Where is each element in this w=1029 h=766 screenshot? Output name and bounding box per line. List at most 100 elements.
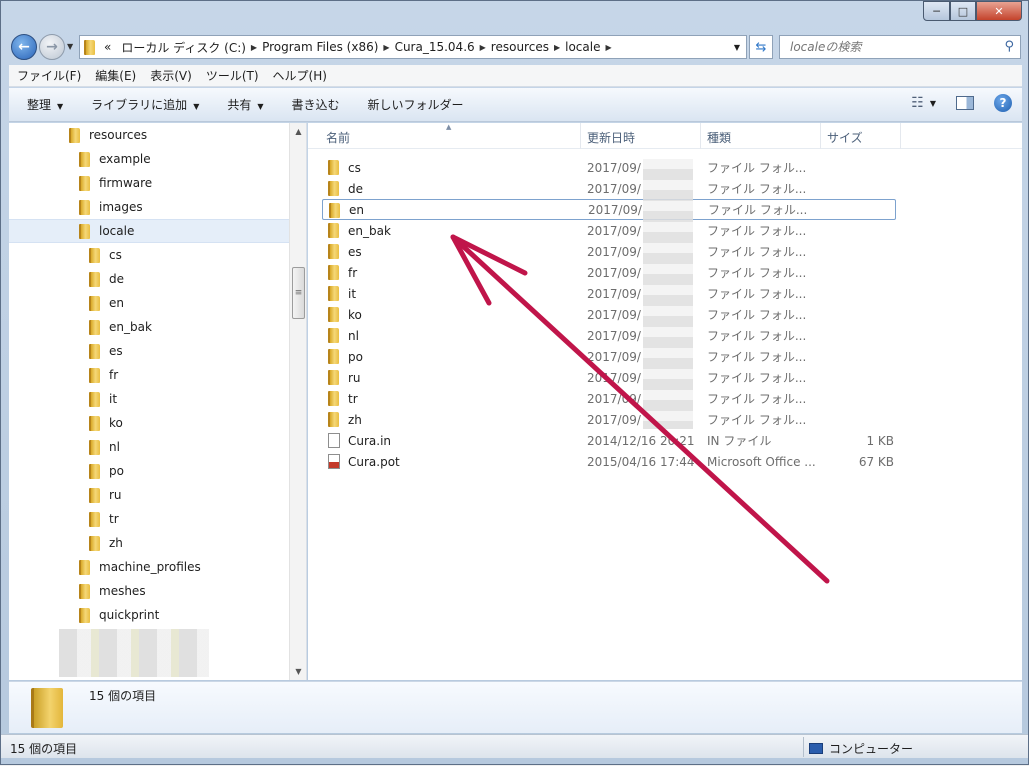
nav-item-machine-profiles[interactable]: machine_profiles: [9, 555, 289, 579]
column-date[interactable]: 更新日時: [587, 129, 635, 146]
nav-item-label: machine_profiles: [99, 560, 201, 574]
nav-item-resources[interactable]: resources: [9, 123, 289, 147]
address-segment-drive[interactable]: ローカル ディスク (C:): [121, 39, 246, 56]
menu-view[interactable]: 表示(V): [150, 67, 192, 84]
nav-item-ru[interactable]: ru: [9, 483, 289, 507]
nav-item-label: locale: [99, 224, 135, 238]
nav-item-en-bak[interactable]: en_bak: [9, 315, 289, 339]
address-segment-program-files[interactable]: Program Files (x86): [262, 40, 378, 54]
chevron-right-icon[interactable]: ▶: [480, 43, 486, 52]
nav-item-tr[interactable]: tr: [9, 507, 289, 531]
column-type[interactable]: 種類: [707, 129, 731, 146]
address-segment-locale[interactable]: locale: [565, 40, 600, 54]
nav-item-label: firmware: [99, 176, 153, 190]
nav-item-meshes[interactable]: meshes: [9, 579, 289, 603]
refresh-button[interactable]: ⇆: [749, 35, 773, 59]
file-type: ファイル フォル...: [708, 203, 808, 217]
maximize-button[interactable]: □: [950, 1, 976, 21]
menu-tools[interactable]: ツール(T): [206, 67, 259, 84]
chevron-right-icon[interactable]: ▶: [251, 43, 257, 52]
search-icon[interactable]: ⚲: [1004, 39, 1014, 54]
file-type: ファイル フォル...: [707, 308, 807, 322]
nav-item-firmware[interactable]: firmware: [9, 171, 289, 195]
help-icon[interactable]: ?: [994, 94, 1012, 112]
nav-item-example[interactable]: example: [9, 147, 289, 171]
nav-item-label: cs: [109, 248, 122, 262]
file-row-nl[interactable]: nl 2017/09/ファイル フォル...: [322, 325, 898, 346]
menu-file[interactable]: ファイル(F): [17, 67, 81, 84]
file-row-zh[interactable]: zh 2017/09/ファイル フォル...: [322, 409, 898, 430]
file-row-fr[interactable]: fr 2017/09/ファイル フォル...: [322, 262, 898, 283]
nav-scrollbar[interactable]: ▲ ≡ ▼: [289, 123, 306, 680]
back-button[interactable]: ←: [11, 34, 37, 60]
nav-item-ko[interactable]: ko: [9, 411, 289, 435]
caret-down-icon: ▼: [257, 102, 264, 111]
nav-item-de[interactable]: de: [9, 267, 289, 291]
file-row-cura-in[interactable]: Cura.in 2014/12/16 20:21 IN ファイル 1 KB: [322, 430, 898, 451]
folder-icon: [84, 39, 95, 55]
column-name[interactable]: 名前: [326, 129, 350, 146]
address-segment-cura[interactable]: Cura_15.04.6: [395, 40, 475, 54]
nav-item-it[interactable]: it: [9, 387, 289, 411]
file-row-cs[interactable]: cs 2017/09/ファイル フォル...: [322, 157, 898, 178]
preview-pane-icon[interactable]: [956, 96, 974, 110]
close-button[interactable]: ✕: [976, 1, 1022, 21]
file-row-en[interactable]: en 2017/09/ファイル フォル...: [322, 199, 896, 220]
file-type: Microsoft Office ...: [707, 454, 816, 469]
minimize-button[interactable]: ─: [923, 1, 950, 21]
nav-item-fr[interactable]: fr: [9, 363, 289, 387]
file-row-po[interactable]: po 2017/09/ファイル フォル...: [322, 346, 898, 367]
nav-item-es[interactable]: es: [9, 339, 289, 363]
burn-button[interactable]: 書き込む: [292, 96, 340, 113]
address-bar[interactable]: « ローカル ディスク (C:) ▶ Program Files (x86) ▶…: [79, 35, 747, 59]
nav-item-po[interactable]: po: [9, 459, 289, 483]
nav-item-nl[interactable]: nl: [9, 435, 289, 459]
search-box[interactable]: ⚲: [779, 35, 1021, 59]
title-bar[interactable]: ─ □ ✕: [1, 1, 1028, 31]
address-overflow[interactable]: «: [104, 40, 111, 54]
file-type: ファイル フォル...: [707, 224, 807, 238]
menu-help[interactable]: ヘルプ(H): [273, 67, 327, 84]
history-dropdown-icon[interactable]: ▼: [67, 42, 73, 51]
chevron-right-icon[interactable]: ▶: [605, 43, 611, 52]
menu-bar: ファイル(F) 編集(E) 表示(V) ツール(T) ヘルプ(H): [9, 65, 1022, 87]
column-size[interactable]: サイズ: [827, 129, 863, 146]
nav-item-label: tr: [109, 512, 119, 526]
file-row-de[interactable]: de 2017/09/ファイル フォル...: [322, 178, 898, 199]
nav-item-images[interactable]: images: [9, 195, 289, 219]
forward-button[interactable]: →: [39, 34, 65, 60]
file-row-cura-pot[interactable]: Cura.pot 2015/04/16 17:44 Microsoft Office…: [322, 451, 898, 472]
address-segment-resources[interactable]: resources: [491, 40, 549, 54]
file-date: 2017/09/: [587, 307, 641, 322]
chevron-right-icon[interactable]: ▶: [554, 43, 560, 52]
file-row-tr[interactable]: tr 2017/09/ファイル フォル...: [322, 388, 898, 409]
folder-icon: [89, 391, 100, 407]
nav-item-label: en_bak: [109, 320, 152, 334]
file-row-ko[interactable]: ko 2017/09/ファイル フォル...: [322, 304, 898, 325]
file-type: ファイル フォル...: [707, 392, 807, 406]
scroll-down-icon[interactable]: ▼: [290, 663, 307, 680]
scroll-up-icon[interactable]: ▲: [290, 123, 307, 140]
nav-item-cs[interactable]: cs: [9, 243, 289, 267]
nav-item-en[interactable]: en: [9, 291, 289, 315]
file-row-it[interactable]: it 2017/09/ファイル フォル...: [322, 283, 898, 304]
file-row-ru[interactable]: ru 2017/09/ファイル フォル...: [322, 367, 898, 388]
share-button[interactable]: 共有 ▼: [227, 96, 263, 113]
organize-button[interactable]: 整理 ▼: [27, 96, 63, 113]
view-caret-down-icon[interactable]: ▼: [930, 99, 936, 108]
folder-icon: [79, 583, 90, 599]
address-dropdown-icon[interactable]: ▼: [734, 43, 740, 52]
file-row-en-bak[interactable]: en_bak 2017/09/ファイル フォル...: [322, 220, 898, 241]
chevron-right-icon[interactable]: ▶: [383, 43, 389, 52]
file-date: 2017/09/: [587, 349, 641, 364]
new-folder-button[interactable]: 新しいフォルダー: [368, 96, 464, 113]
search-input[interactable]: [788, 39, 988, 55]
menu-edit[interactable]: 編集(E): [95, 67, 136, 84]
file-row-es[interactable]: es 2017/09/ファイル フォル...: [322, 241, 898, 262]
add-to-library-button[interactable]: ライブラリに追加 ▼: [91, 96, 199, 113]
nav-item-locale[interactable]: locale: [9, 219, 289, 243]
view-options-icon[interactable]: ☷: [911, 95, 924, 111]
nav-item-quickprint[interactable]: quickprint: [9, 603, 289, 627]
nav-item-zh[interactable]: zh: [9, 531, 289, 555]
scroll-thumb[interactable]: ≡: [292, 267, 305, 319]
